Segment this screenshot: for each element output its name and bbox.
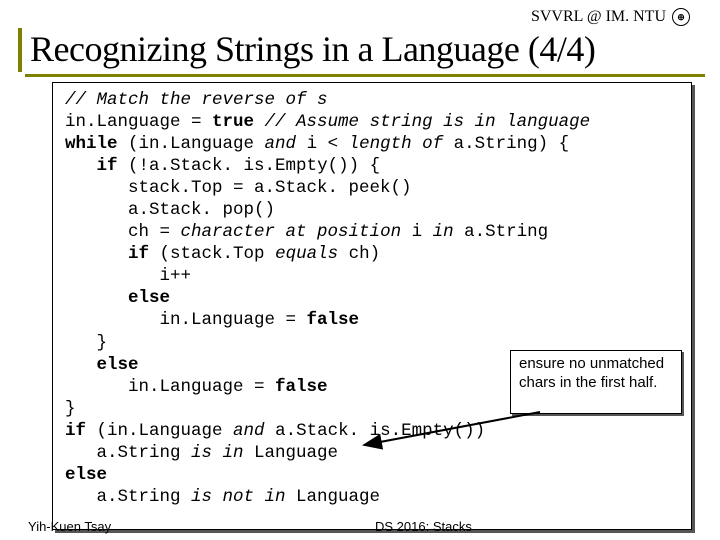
code-line: while (in.Language and i < length of a.S… <box>65 134 569 154</box>
title-underline <box>25 74 705 77</box>
code-line: } <box>65 333 107 353</box>
code-line: else <box>65 288 170 308</box>
code-line: in.Language = true // Assume string is i… <box>65 112 590 132</box>
code-line: else <box>65 465 107 485</box>
ntu-logo-icon: ⊕ <box>672 8 690 26</box>
header-org: SVVRL @ IM. NTU ⊕ <box>531 8 690 26</box>
code-line: i++ <box>65 266 191 286</box>
code-line: } <box>65 399 76 419</box>
code-line: ch = character at position i in a.String <box>65 222 548 242</box>
code-line: a.String is in Language <box>65 443 338 463</box>
code-line: in.Language = false <box>65 377 328 397</box>
code-line: if (!a.Stack. is.Empty()) { <box>65 156 380 176</box>
code-line: in.Language = false <box>65 310 359 330</box>
org-text: SVVRL @ IM. NTU <box>531 8 666 26</box>
annotation-arrow-icon <box>360 412 560 462</box>
slide-title: Recognizing Strings in a Language (4/4) <box>30 28 595 70</box>
code-line: else <box>65 355 139 375</box>
annotation-box: ensure no unmatched chars in the first h… <box>510 350 682 414</box>
footer-author: Yih-Kuen Tsay <box>28 519 111 534</box>
footer-course: DS 2016: Stacks <box>375 519 472 534</box>
code-line: a.Stack. pop() <box>65 200 275 220</box>
code-listing: // Match the reverse of s in.Language = … <box>52 82 692 530</box>
code-line: stack.Top = a.Stack. peek() <box>65 178 412 198</box>
code-line: if (stack.Top equals ch) <box>65 244 380 264</box>
code-line: // Match the reverse of s <box>65 90 328 110</box>
code-line: a.String is not in Language <box>65 487 380 507</box>
accent-bar <box>18 28 22 72</box>
